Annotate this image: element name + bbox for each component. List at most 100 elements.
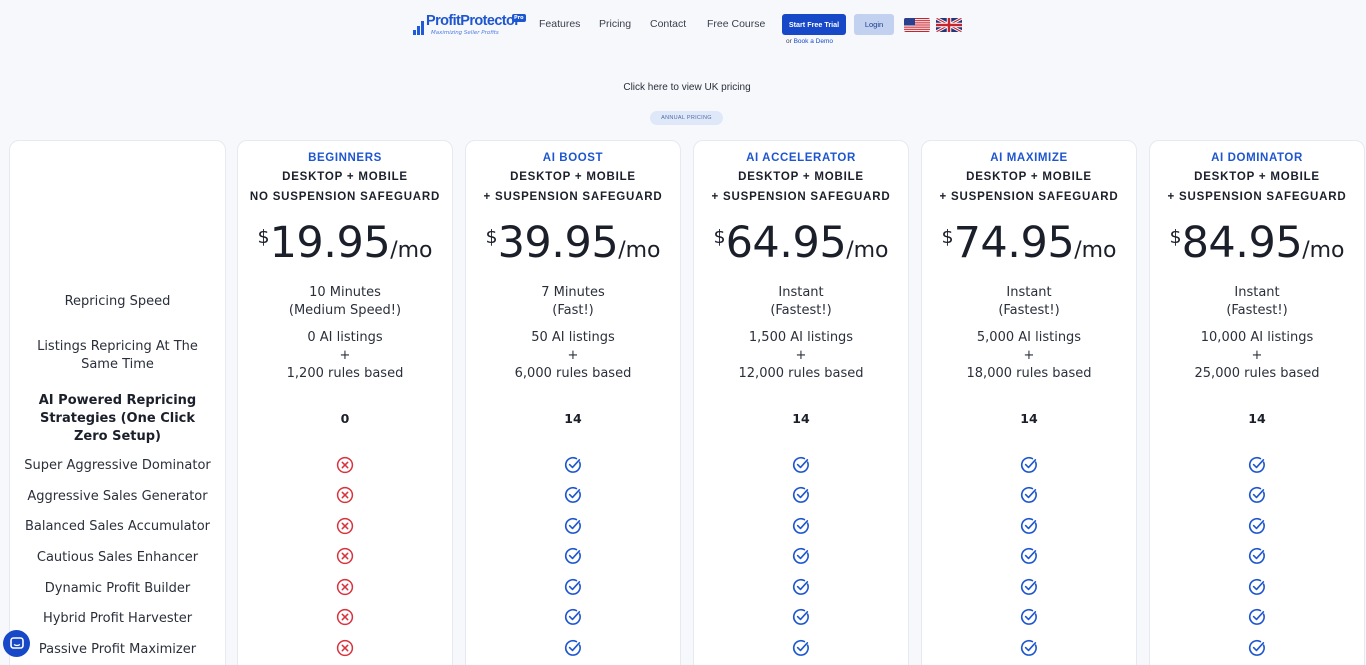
plan-card: AI DOMINATOR DESKTOP + MOBILE + SUSPENSION… <box>1149 140 1365 665</box>
check-circle-icon <box>564 608 582 626</box>
brand-name: ProfitProtector <box>426 13 520 29</box>
plan-price: $64.95/mo <box>694 218 908 268</box>
plan-price: $39.95/mo <box>466 218 680 268</box>
x-circle-icon <box>336 639 354 657</box>
plan-speed: Instant (Fastest!) <box>694 284 908 320</box>
rules-listings: 25,000 rules based <box>1194 366 1320 381</box>
plan-speed: Instant (Fastest!) <box>1150 284 1364 320</box>
x-circle-icon <box>336 608 354 626</box>
check-circle-icon <box>1248 578 1266 596</box>
ai-listings: 0 AI listings <box>307 330 383 345</box>
nav-contact[interactable]: Contact <box>650 18 686 30</box>
plan-devices: DESKTOP + MOBILE <box>282 171 408 183</box>
check-circle-icon <box>1020 517 1038 535</box>
check-circle-icon <box>1248 608 1266 626</box>
plan-name: AI DOMINATOR <box>1211 152 1303 164</box>
price-period: /mo <box>618 238 661 263</box>
feature-labels-card: Repricing Speed Listings Repricing At Th… <box>9 140 226 665</box>
speed-value: Instant <box>1234 285 1280 300</box>
price-currency: $ <box>257 226 270 248</box>
check-circle-icon <box>1248 547 1266 565</box>
check-circle-icon <box>564 578 582 596</box>
uk-flag-icon[interactable] <box>936 18 962 32</box>
label-listings-repricing: Listings Repricing At The Same Time <box>37 339 198 372</box>
speed-value: 7 Minutes <box>541 285 605 300</box>
login-button[interactable]: Login <box>854 14 894 35</box>
check-circle-icon <box>1248 517 1266 535</box>
listings-plus: + <box>339 348 351 363</box>
plan-name: BEGINNERS <box>308 152 382 164</box>
check-circle-icon <box>564 456 582 474</box>
ai-listings: 5,000 AI listings <box>976 330 1082 345</box>
check-circle-icon <box>1020 639 1038 657</box>
check-circle-icon <box>1248 639 1266 657</box>
nav-features[interactable]: Features <box>539 18 580 30</box>
label-feature-5: Hybrid Profit Harvester <box>42 611 193 626</box>
site-header: ProfitProtector Maximizing Seller Profit… <box>0 0 1366 60</box>
check-circle-icon <box>792 578 810 596</box>
check-circle-icon <box>1020 456 1038 474</box>
label-repricing-speed: Repricing Speed <box>64 294 171 309</box>
price-currency: $ <box>1169 226 1182 248</box>
check-circle-icon <box>792 608 810 626</box>
plan-price: $19.95/mo <box>238 218 452 268</box>
chat-icon[interactable] <box>3 630 30 657</box>
price-period: /mo <box>1074 238 1117 263</box>
check-circle-icon <box>792 486 810 504</box>
x-circle-icon <box>336 517 354 535</box>
nav-free-course[interactable]: Free Course <box>707 18 765 30</box>
plan-devices: DESKTOP + MOBILE <box>1194 171 1320 183</box>
label-feature-6: Passive Profit Maximizer <box>38 642 197 657</box>
listings-plus: + <box>795 348 807 363</box>
rules-listings: 1,200 rules based <box>286 366 404 381</box>
plan-listings: 10,000 AI listings +25,000 rules based <box>1150 329 1364 383</box>
plan-price: $74.95/mo <box>922 218 1136 268</box>
check-circle-icon <box>792 517 810 535</box>
speed-note: (Fastest!) <box>1226 303 1288 318</box>
check-circle-icon <box>1248 456 1266 474</box>
plan-name: AI ACCELERATOR <box>746 152 856 164</box>
plan-price: $84.95/mo <box>1150 218 1364 268</box>
plan-strategy-count: 14 <box>564 411 582 426</box>
uk-pricing-link[interactable]: Click here to view UK pricing <box>0 82 1366 93</box>
speed-note: (Fastest!) <box>770 303 832 318</box>
label-feature-4: Dynamic Profit Builder <box>44 581 191 596</box>
x-circle-icon <box>336 547 354 565</box>
us-flag-icon[interactable] <box>904 18 930 32</box>
plan-card: AI MAXIMIZE DESKTOP + MOBILE + SUSPENSION … <box>921 140 1137 665</box>
book-demo-line: or Book a Demo <box>786 38 833 45</box>
book-demo-prefix: or <box>786 38 792 45</box>
listings-plus: + <box>1251 348 1263 363</box>
brand-pro-badge: Pro <box>512 14 526 22</box>
price-currency: $ <box>941 226 954 248</box>
brand-tagline: Maximizing Seller Profits <box>431 30 499 36</box>
price-amount: 39.95 <box>497 218 619 268</box>
plan-name: AI MAXIMIZE <box>990 152 1068 164</box>
plan-strategy-count: 14 <box>1248 411 1266 426</box>
speed-value: Instant <box>1006 285 1052 300</box>
x-circle-icon <box>336 486 354 504</box>
speed-value: 10 Minutes <box>309 285 381 300</box>
rules-listings: 12,000 rules based <box>738 366 864 381</box>
label-ai-strategies: AI Powered Repricing Strategies (One Cli… <box>38 393 197 444</box>
plan-speed: Instant (Fastest!) <box>922 284 1136 320</box>
rules-listings: 18,000 rules based <box>966 366 1092 381</box>
plan-safeguard: + SUSPENSION SAFEGUARD <box>711 191 891 203</box>
plan-devices: DESKTOP + MOBILE <box>510 171 636 183</box>
nav-pricing[interactable]: Pricing <box>599 18 631 30</box>
price-amount: 19.95 <box>269 218 391 268</box>
book-demo-link[interactable]: Book a Demo <box>794 38 833 45</box>
price-period: /mo <box>1302 238 1345 263</box>
ai-listings: 50 AI listings <box>531 330 615 345</box>
price-amount: 74.95 <box>953 218 1075 268</box>
plan-strategy-count: 14 <box>1020 411 1038 426</box>
plan-card: AI BOOST DESKTOP + MOBILE + SUSPENSION SAF… <box>465 140 681 665</box>
plan-safeguard: + SUSPENSION SAFEGUARD <box>939 191 1119 203</box>
start-free-trial-button[interactable]: Start Free Trial <box>782 14 846 35</box>
listings-plus: + <box>1023 348 1035 363</box>
listings-plus: + <box>567 348 579 363</box>
plan-name: AI BOOST <box>542 152 604 164</box>
brand-logo[interactable]: ProfitProtector Maximizing Seller Profit… <box>413 13 526 39</box>
plan-speed: 7 Minutes (Fast!) <box>466 284 680 320</box>
price-currency: $ <box>485 226 498 248</box>
